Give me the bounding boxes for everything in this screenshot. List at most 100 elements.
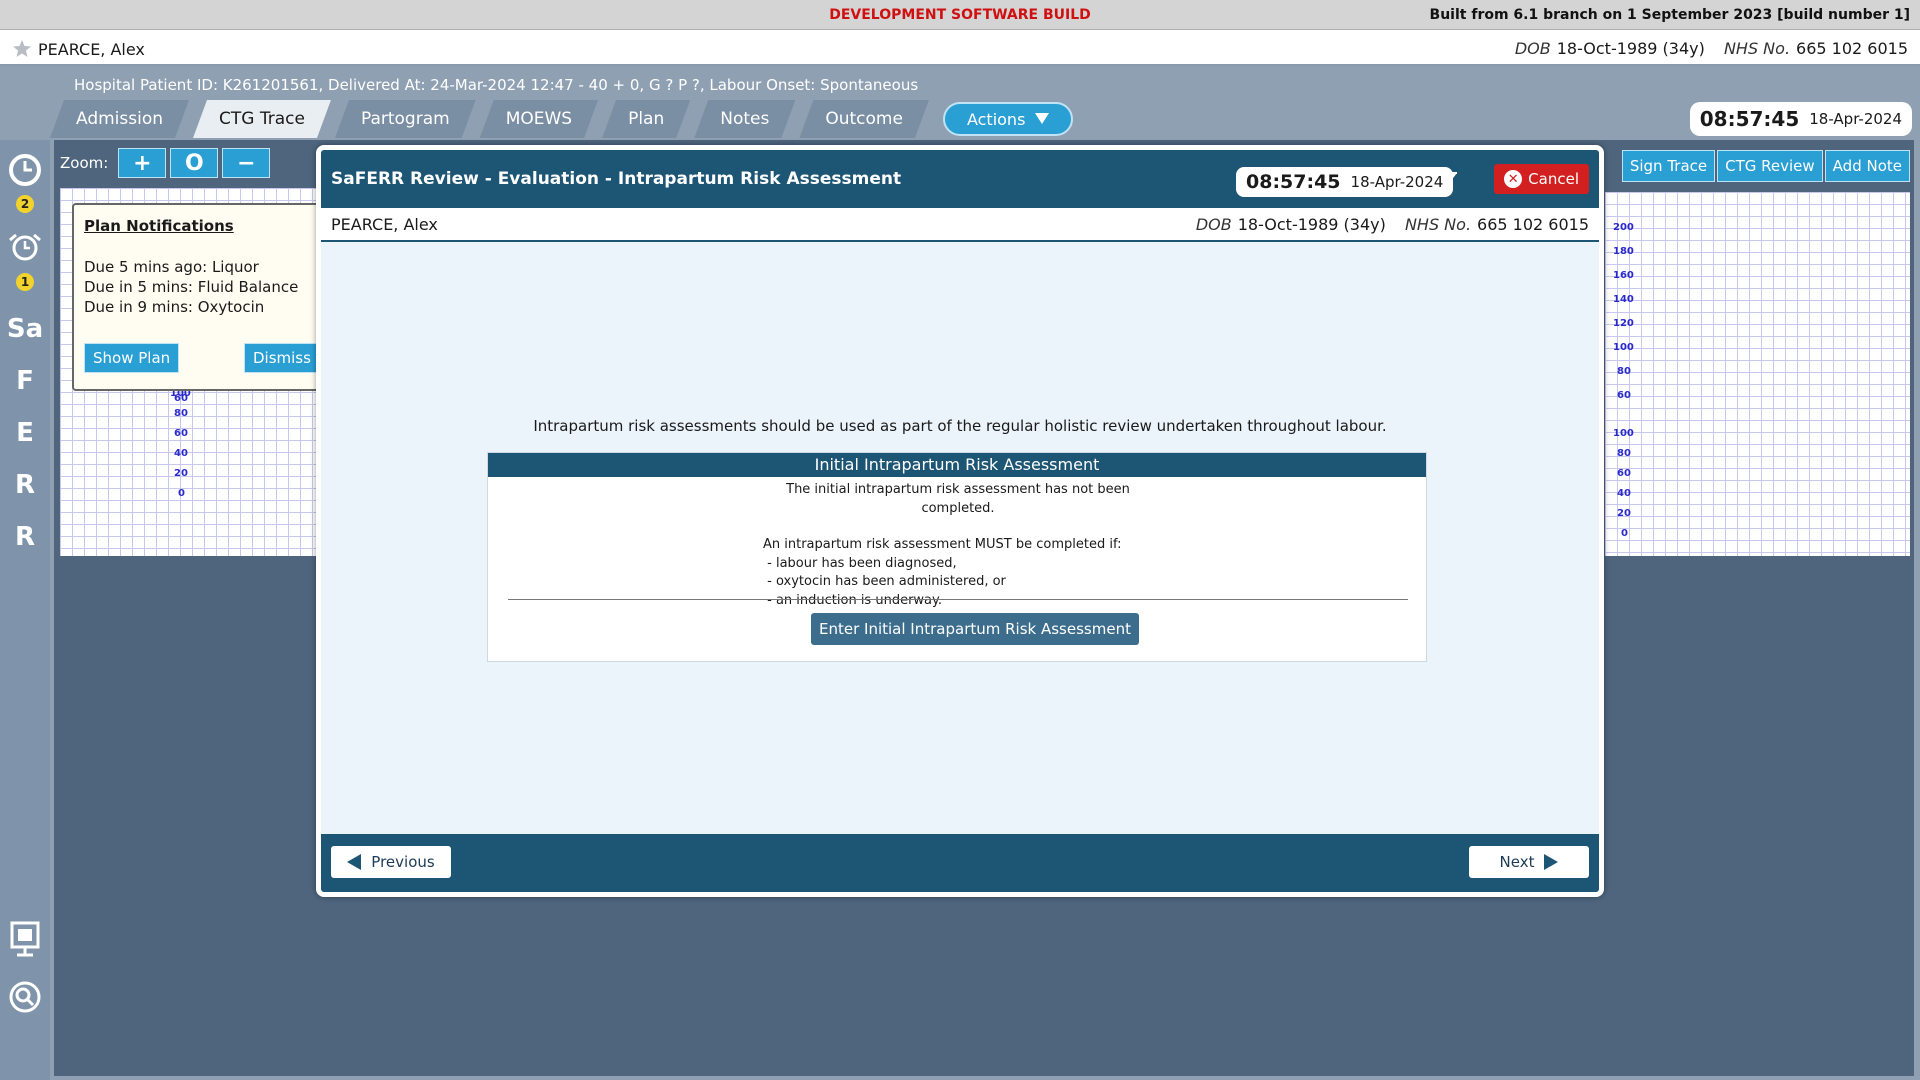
ctg-scale-label: 40 xyxy=(174,448,188,459)
add-note-button[interactable]: Add Note xyxy=(1824,150,1910,182)
ctg-scale-label: 80 xyxy=(174,408,188,419)
sidebar-safer-f[interactable]: F xyxy=(4,366,46,396)
intro-text: Intrapartum risk assessments should be u… xyxy=(533,417,1387,435)
episode-info: Hospital Patient ID: K261201561, Deliver… xyxy=(74,76,919,94)
dob-label: DOB xyxy=(1514,39,1551,58)
zoom-controls: Zoom: + O − xyxy=(60,148,271,178)
tab-notes[interactable]: Notes xyxy=(694,100,795,138)
presentation-board-icon xyxy=(10,921,40,957)
plan-notifications-list: Due 5 mins ago: Liquor Due in 5 mins: Fl… xyxy=(84,257,298,317)
ctg-scale-label: 80 xyxy=(1617,448,1631,459)
tab-outcome[interactable]: Outcome xyxy=(799,100,929,138)
dialog-time: 08:57:45 xyxy=(1246,171,1341,193)
ctg-scale-label: 40 xyxy=(1617,488,1631,499)
must-complete-line: An intrapartum risk assessment MUST be c… xyxy=(763,537,1122,552)
dob-value: 18-Oct-1989 (34y) xyxy=(1556,39,1705,58)
ctg-scale-label: 20 xyxy=(1617,508,1631,519)
show-plan-button[interactable]: Show Plan xyxy=(84,343,180,373)
tab-ctg-trace[interactable]: CTG Trace xyxy=(193,100,331,138)
zoom-reset-button[interactable]: O xyxy=(170,148,219,178)
enter-initial-assessment-button[interactable]: Enter Initial Intrapartum Risk Assessmen… xyxy=(811,613,1139,645)
build-info: Built from 6.1 branch on 1 September 202… xyxy=(1429,7,1910,23)
tab-admission[interactable]: Admission xyxy=(50,100,189,138)
sidebar-safer-sa[interactable]: Sa xyxy=(4,314,46,344)
ctg-scale-label: 180 xyxy=(1613,246,1634,257)
next-label: Next xyxy=(1499,853,1535,871)
snooze-clock-button[interactable]: 1 xyxy=(4,232,46,293)
sidebar-safer-r1[interactable]: R xyxy=(4,470,46,500)
patient-bar: PEARCE, Alex DOB 18-Oct-1989 (34y) NHS No… xyxy=(0,30,1920,66)
ctg-scale-label: 200 xyxy=(1613,222,1634,233)
divider xyxy=(508,599,1408,600)
snooze-count-badge: 1 xyxy=(16,273,34,291)
ctg-review-button[interactable]: CTG Review xyxy=(1717,150,1823,182)
clock-date: 18-Apr-2024 xyxy=(1809,110,1902,128)
snooze-clock-icon xyxy=(9,233,41,261)
dismiss-button[interactable]: Dismiss xyxy=(244,343,320,373)
actions-button[interactable]: Actions xyxy=(942,102,1074,136)
arrow-left-icon xyxy=(347,854,362,870)
dialog-date: 18-Apr-2024 xyxy=(1350,173,1444,191)
presentation-button[interactable] xyxy=(4,920,46,965)
ctg-scale-label: 100 xyxy=(1613,342,1634,353)
dev-banner: DEVELOPMENT SOFTWARE BUILD Built from 6.… xyxy=(0,0,1920,30)
dob-label: DOB xyxy=(1195,215,1232,234)
panel-body: The initial intrapartum risk assessment … xyxy=(763,481,1153,610)
list-item: Due in 9 mins: Oxytocin xyxy=(84,298,265,316)
actions-label: Actions xyxy=(966,109,1026,129)
cancel-button[interactable]: ✕ Cancel xyxy=(1494,164,1589,194)
alarm-clock-icon xyxy=(9,154,41,186)
dialog-footer: Previous Next xyxy=(321,834,1599,892)
dialog-patient-bar: PEARCE, Alex DOB 18-Oct-1989 (34y) NHS No… xyxy=(321,208,1599,242)
alarm-clock-button[interactable]: 2 xyxy=(4,152,46,215)
initial-risk-assessment-panel: Initial Intrapartum Risk Assessment The … xyxy=(487,452,1427,662)
ctg-scale-label: 60 xyxy=(174,428,188,439)
cancel-label: Cancel xyxy=(1528,170,1579,188)
navigation-area: Hospital Patient ID: K261201561, Deliver… xyxy=(0,68,1920,140)
clock-time: 08:57:45 xyxy=(1699,107,1800,131)
tab-moews[interactable]: MOEWS xyxy=(480,100,598,138)
search-icon xyxy=(9,981,41,1013)
list-item: - labour has been diagnosed, xyxy=(763,555,957,571)
ctg-scale-label: 20 xyxy=(174,468,188,479)
nhs-label: NHS No. xyxy=(1404,215,1472,234)
tab-partogram[interactable]: Partogram xyxy=(335,100,476,138)
ctg-scale-label: 0 xyxy=(178,488,185,499)
list-item: - oxytocin has been administered, or xyxy=(763,574,1006,589)
plan-notifications-title: Plan Notifications xyxy=(84,217,234,235)
assessment-status: The initial intrapartum risk assessment … xyxy=(786,482,1130,516)
previous-button[interactable]: Previous xyxy=(331,846,451,878)
chevron-down-icon xyxy=(1035,113,1050,124)
dialog-header: SaFERR Review - Evaluation - Intrapartum… xyxy=(321,150,1599,208)
plan-notifications-panel: Plan Notifications Due 5 mins ago: Liquo… xyxy=(72,203,322,391)
ctg-scale-label: 140 xyxy=(1613,294,1634,305)
patient-identifiers: DOB 18-Oct-1989 (34y) NHS No. 665 102 6015 xyxy=(1515,39,1908,58)
search-button[interactable] xyxy=(4,980,46,1021)
ctg-scale-label: 60 xyxy=(174,393,188,404)
sign-trace-button[interactable]: Sign Trace xyxy=(1621,150,1716,182)
filter-icon[interactable] xyxy=(1436,170,1460,194)
tab-plan[interactable]: Plan xyxy=(602,100,690,138)
left-sidebar: 2 1 Sa F E R R xyxy=(0,140,50,1080)
zoom-label: Zoom: xyxy=(60,154,109,172)
nhs-value: 665 102 6015 xyxy=(1477,215,1589,234)
zoom-in-button[interactable]: + xyxy=(118,148,167,178)
sidebar-safer-r2[interactable]: R xyxy=(4,522,46,552)
dialog-clock[interactable]: 08:57:45 18-Apr-2024 xyxy=(1236,167,1454,197)
main-tabs: Admission CTG Trace Partogram MOEWS Plan… xyxy=(50,100,1074,138)
ctg-scale-label: 60 xyxy=(1617,390,1631,401)
saferr-review-dialog: SaFERR Review - Evaluation - Intrapartum… xyxy=(316,145,1604,897)
sidebar-safer-e[interactable]: E xyxy=(4,418,46,448)
panel-header: Initial Intrapartum Risk Assessment xyxy=(488,453,1426,477)
next-button[interactable]: Next xyxy=(1469,846,1589,878)
ctg-scale-label: 100 xyxy=(1613,428,1634,439)
list-item: - an induction is underway. xyxy=(763,592,942,608)
ctg-action-buttons: Sign Trace CTG Review Add Note xyxy=(1621,150,1910,182)
previous-label: Previous xyxy=(371,853,435,871)
ctg-scale-label: 120 xyxy=(1613,318,1634,329)
patient-name: PEARCE, Alex xyxy=(38,39,145,59)
zoom-out-button[interactable]: − xyxy=(222,148,271,178)
ctg-scale-label: 80 xyxy=(1617,366,1631,377)
ctg-scale-label: 160 xyxy=(1613,270,1634,281)
close-icon: ✕ xyxy=(1504,170,1523,188)
